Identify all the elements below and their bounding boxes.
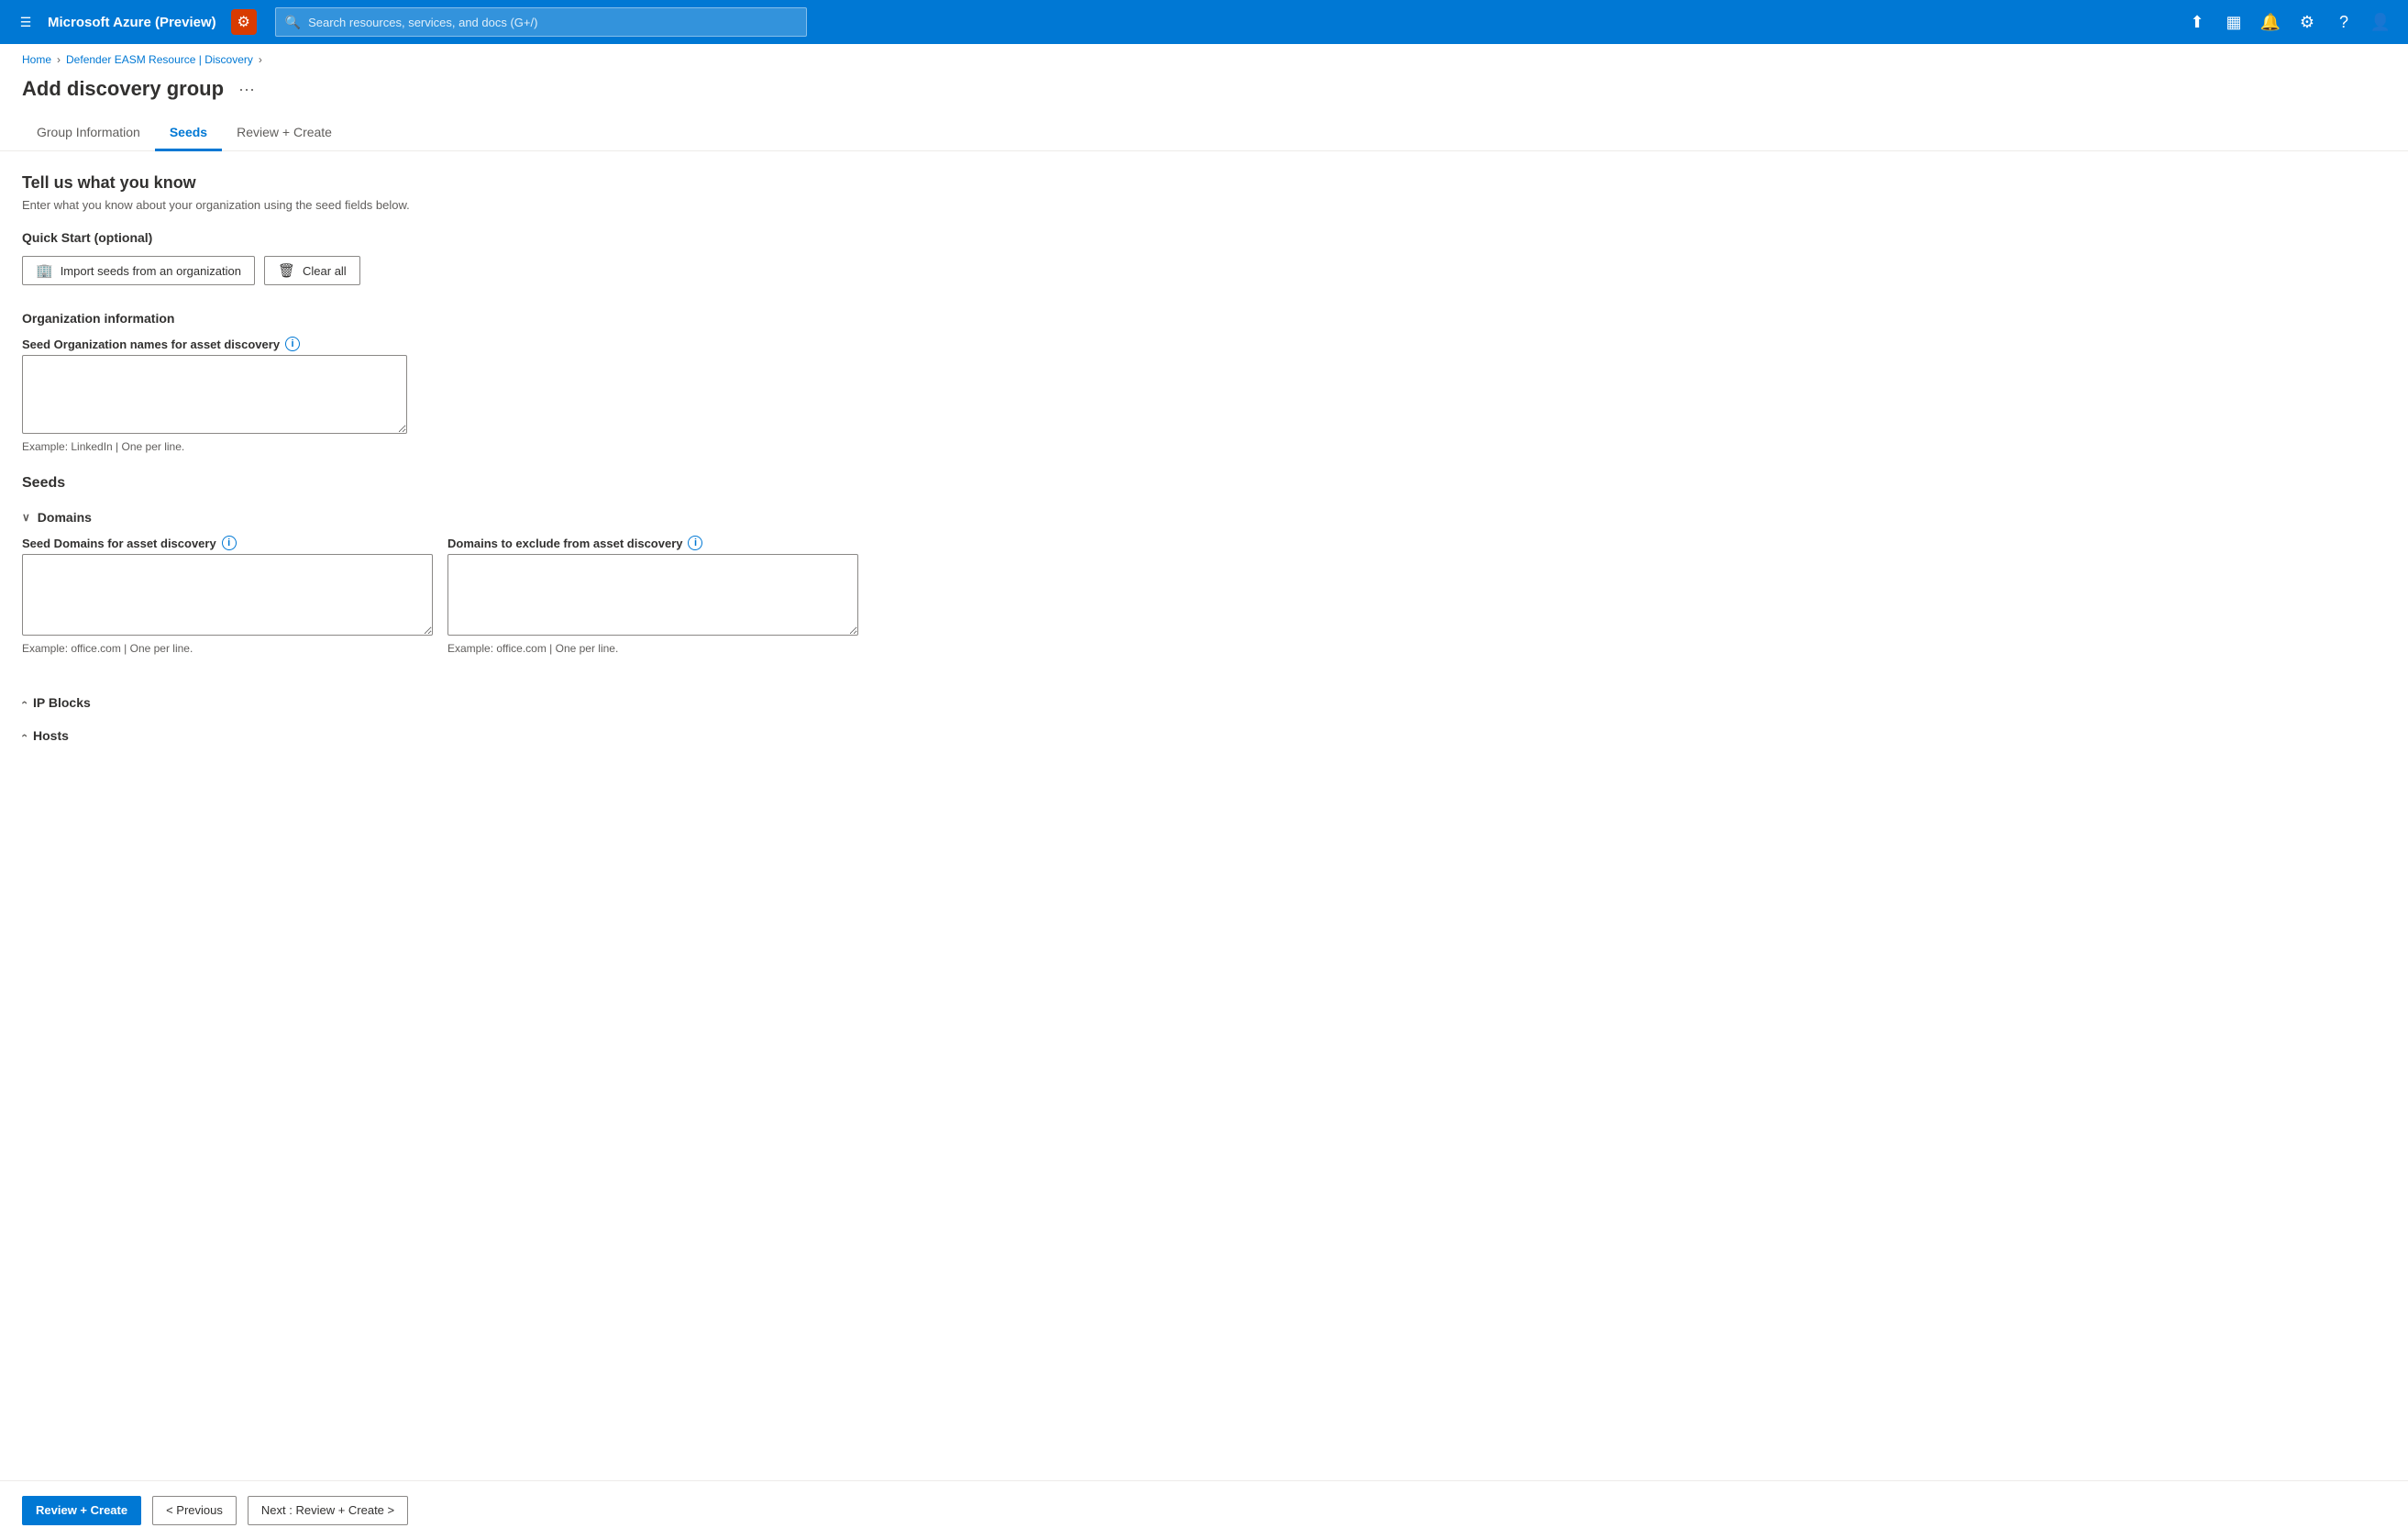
tabs: Group Information Seeds Review + Create [0,116,2408,151]
hosts-chevron-icon: › [17,734,30,737]
clear-all-label: Clear all [303,264,347,278]
page-header: Add discovery group ··· [0,72,2408,116]
domains-section: ∨ Domains Seed Domains for asset discove… [22,503,858,673]
search-bar[interactable]: 🔍 Search resources, services, and docs (… [275,7,807,37]
next-button[interactable]: Next : Review + Create > [248,1496,408,1525]
org-names-label: Seed Organization names for asset discov… [22,337,858,351]
tab-group-information[interactable]: Group Information [22,116,155,151]
org-names-info-icon: i [285,337,300,351]
org-names-field-group: Seed Organization names for asset discov… [22,337,858,453]
previous-button[interactable]: < Previous [152,1496,237,1525]
quick-start-label: Quick Start (optional) [22,230,858,245]
hamburger-menu[interactable]: ☰ [11,7,40,37]
topbar: ☰ Microsoft Azure (Preview) ⚙ 🔍 Search r… [0,0,2408,44]
seed-domains-label: Seed Domains for asset discovery i [22,536,433,550]
hosts-label: Hosts [33,728,69,743]
import-icon: 🏢 [36,262,53,279]
breadcrumb-sep-1: › [57,53,61,66]
ip-blocks-label: IP Blocks [33,695,91,710]
clear-all-button[interactable]: 🗑 Clear all [264,256,360,285]
org-info-heading: Organization information [22,311,858,326]
tab-review-create[interactable]: Review + Create [222,116,347,151]
notifications-icon[interactable]: 🔔 [2254,6,2287,39]
trash-icon: 🗑 [278,262,295,279]
seed-domains-hint: Example: office.com | One per line. [22,642,433,655]
exclude-domains-info-icon: i [688,536,702,550]
more-options-button[interactable]: ··· [233,78,260,101]
main-content: Tell us what you know Enter what you kno… [0,151,880,842]
domains-collapsible-header[interactable]: ∨ Domains [22,503,858,532]
exclude-domains-label: Domains to exclude from asset discovery … [447,536,858,550]
breadcrumb-home[interactable]: Home [22,53,51,66]
help-icon[interactable]: ? [2327,6,2360,39]
section-heading: Tell us what you know [22,173,858,193]
seed-domains-input[interactable] [22,554,433,636]
seeds-section: Seeds ∨ Domains Seed Domains for asset d… [22,475,858,750]
hosts-section: › Hosts [22,721,858,750]
org-names-input[interactable] [22,355,407,434]
domains-chevron-icon: ∨ [22,511,30,524]
bottom-bar: Review + Create < Previous Next : Review… [0,1480,2408,1539]
hamburger-icon: ☰ [20,15,32,30]
cloud-upload-icon[interactable]: ⬆ [2181,6,2214,39]
org-info-section: Organization information Seed Organizati… [22,311,858,453]
profile-icon[interactable]: 👤 [2364,6,2397,39]
domains-label: Domains [38,510,92,525]
quick-start-buttons: 🏢 Import seeds from an organization 🗑 Cl… [22,256,858,285]
tab-seeds[interactable]: Seeds [155,116,222,151]
import-seeds-label: Import seeds from an organization [61,264,241,278]
seed-domains-field-group: Seed Domains for asset discovery i Examp… [22,536,433,655]
settings-icon[interactable]: ⚙ [2291,6,2324,39]
next-label: Next : Review + Create > [261,1503,394,1517]
seed-domains-info-icon: i [222,536,237,550]
exclude-domains-hint: Example: office.com | One per line. [447,642,858,655]
app-title: Microsoft Azure (Preview) [48,15,216,30]
review-create-label: Review + Create [36,1503,127,1517]
review-create-button[interactable]: Review + Create [22,1496,141,1525]
breadcrumb-discovery[interactable]: Defender EASM Resource | Discovery [66,53,253,66]
ip-blocks-collapsible-header[interactable]: › IP Blocks [22,688,858,717]
import-seeds-button[interactable]: 🏢 Import seeds from an organization [22,256,255,285]
topbar-actions: ⬆ ▦ 🔔 ⚙ ? 👤 [2181,6,2397,39]
page-title: Add discovery group [22,77,224,101]
search-placeholder: Search resources, services, and docs (G+… [308,16,537,29]
search-icon: 🔍 [285,15,301,30]
breadcrumb: Home › Defender EASM Resource | Discover… [0,44,2408,72]
previous-label: < Previous [166,1503,223,1517]
hosts-collapsible-header[interactable]: › Hosts [22,721,858,750]
portal-icon[interactable]: ▦ [2217,6,2250,39]
exclude-domains-input[interactable] [447,554,858,636]
ip-blocks-section: › IP Blocks [22,688,858,717]
exclude-domains-field-group: Domains to exclude from asset discovery … [447,536,858,655]
seeds-heading: Seeds [22,475,858,492]
section-desc: Enter what you know about your organizat… [22,198,858,212]
org-names-hint: Example: LinkedIn | One per line. [22,440,858,453]
domains-fields: Seed Domains for asset discovery i Examp… [22,536,858,673]
app-icon: ⚙ [231,9,257,35]
breadcrumb-sep-2: › [259,53,262,66]
ip-blocks-chevron-icon: › [17,701,30,704]
